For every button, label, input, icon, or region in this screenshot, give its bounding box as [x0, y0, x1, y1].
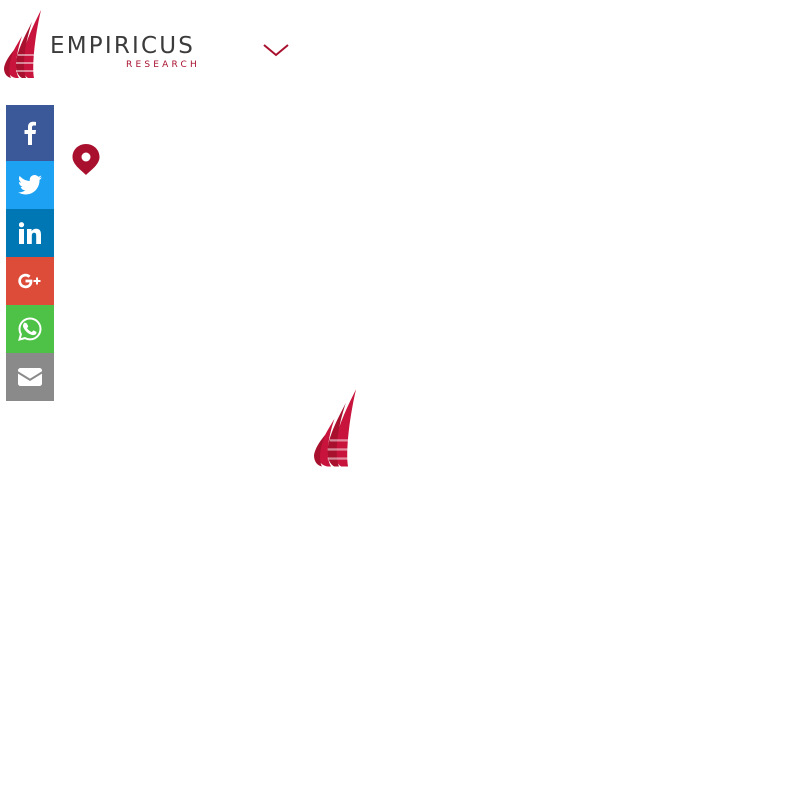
share-email-button[interactable] — [6, 353, 54, 401]
location-pin[interactable] — [71, 143, 101, 181]
chevron-down-icon — [263, 44, 289, 57]
share-facebook-button[interactable] — [6, 105, 54, 161]
facebook-icon — [24, 121, 36, 145]
menu-toggle-button[interactable] — [262, 40, 290, 60]
empiricus-logo[interactable]: EMPIRICUS RESEARCH — [4, 10, 209, 80]
share-whatsapp-button[interactable] — [6, 305, 54, 353]
linkedin-icon — [19, 222, 41, 244]
page: EMPIRICUS RESEARCH — [0, 0, 800, 800]
empiricus-mark-icon — [4, 10, 41, 78]
loading-spinner — [314, 386, 364, 477]
google-plus-icon — [18, 273, 41, 289]
envelope-icon — [18, 368, 42, 386]
map-pin-icon — [72, 144, 100, 175]
brand-sub: RESEARCH — [126, 60, 200, 70]
share-bar — [6, 105, 54, 401]
twitter-icon — [18, 175, 42, 195]
share-linkedin-button[interactable] — [6, 209, 54, 257]
brand-name: EMPIRICUS — [50, 33, 196, 59]
share-twitter-button[interactable] — [6, 161, 54, 209]
share-googleplus-button[interactable] — [6, 257, 54, 305]
empiricus-mark-icon — [314, 389, 357, 467]
whatsapp-icon — [18, 317, 42, 341]
